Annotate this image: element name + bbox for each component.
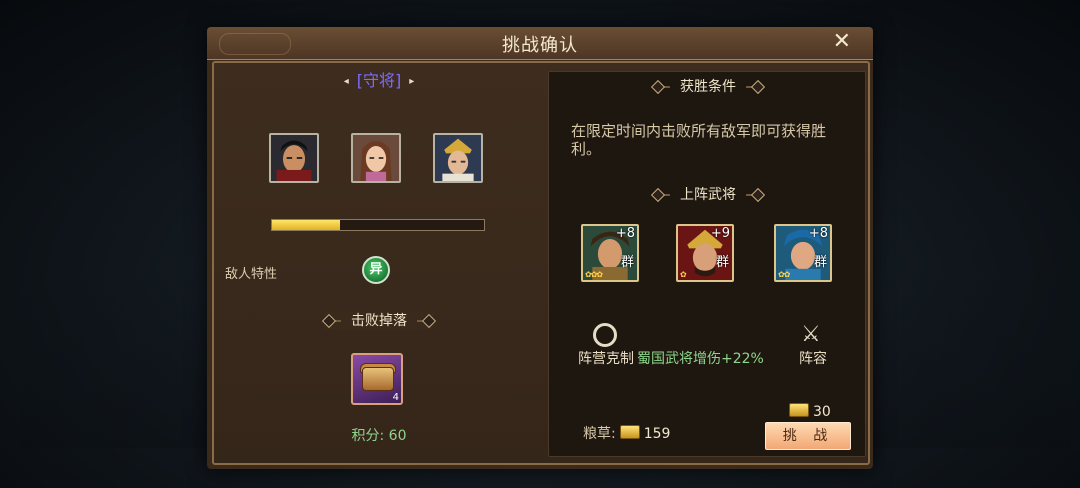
star-rating-icon: ✿ <box>680 270 687 279</box>
general-card[interactable]: +8 群 ✿✿ <box>774 224 832 282</box>
warrior-face-icon <box>271 135 317 181</box>
banner-diamond-icon <box>750 187 766 203</box>
cost-value: 30 <box>813 404 831 420</box>
enemy-panel: ◂ [守将] ▸ 敌人特性 异 击败掉落 4 积分: 60 <box>214 63 544 463</box>
lineup-banner: 上阵武将 <box>650 186 766 204</box>
banner-diamond-icon <box>650 187 666 203</box>
chest-icon <box>362 367 394 391</box>
dialog-title: 挑战确认 <box>502 35 578 56</box>
food-value: 159 <box>643 426 671 442</box>
faction-tag: 群 <box>620 255 634 270</box>
drops-banner: 击败掉落 <box>321 312 437 330</box>
gold-ingot-icon <box>789 403 809 417</box>
general-plus: +9 <box>710 226 730 241</box>
win-condition-title: 获胜条件 <box>670 79 746 95</box>
faction-bonus-text: 蜀国武将增伤+22% <box>637 351 764 367</box>
treasure-chest-item[interactable]: 4 <box>351 353 403 405</box>
enemy-portrait[interactable] <box>433 133 483 183</box>
faction-counter-icon[interactable] <box>593 323 617 347</box>
food-label: 粮草: <box>583 426 616 442</box>
general-card[interactable]: +8 群 ✿✿✿ <box>581 224 639 282</box>
enemy-portrait[interactable] <box>269 133 319 183</box>
trait-badge-icon[interactable]: 异 <box>362 256 390 284</box>
win-condition-banner: 获胜条件 <box>650 78 766 96</box>
challenge-button[interactable]: 挑 战 <box>765 422 851 450</box>
role-selector: ◂ [守将] ▸ <box>214 67 544 91</box>
challenge-cost: 30 <box>785 403 831 420</box>
general-card[interactable]: +9 群 ✿ <box>676 224 734 282</box>
background-ship-right <box>850 268 1070 448</box>
banner-diamond-icon <box>321 313 337 329</box>
dialog-body: ◂ [守将] ▸ 敌人特性 异 击败掉落 4 积分: 60 获胜条件 在限定时间… <box>212 61 870 465</box>
faction-counter-label[interactable]: 阵营克制 <box>578 348 634 368</box>
star-rating-icon: ✿✿✿ <box>585 270 603 279</box>
gold-ingot-icon <box>619 425 640 439</box>
close-icon[interactable]: ✕ <box>833 29 851 54</box>
prev-role-arrow-icon[interactable]: ◂ <box>344 76 349 87</box>
dialog-titlebar: 挑战确认 ✕ <box>207 27 873 60</box>
enemy-power-bar <box>271 219 485 231</box>
battle-info-panel: 获胜条件 在限定时间内击败所有敌军即可获得胜利。 上阵武将 +8 群 ✿✿✿ +… <box>548 71 866 457</box>
enemy-portrait[interactable] <box>351 133 401 183</box>
enemy-traits-label: 敌人特性 <box>225 267 278 282</box>
general-plus: +8 <box>808 226 828 241</box>
drops-title: 击败掉落 <box>341 313 417 329</box>
lady-face-icon <box>353 135 399 181</box>
score-text: 积分: 60 <box>351 428 407 444</box>
challenge-confirm-dialog: 挑战确认 ✕ ◂ [守将] ▸ 敌人特性 异 击败掉落 4 积分: 60 获胜条… <box>207 27 873 469</box>
official-face-icon <box>435 135 481 181</box>
banner-diamond-icon <box>750 79 766 95</box>
win-condition-text: 在限定时间内击败所有敌军即可获得胜利。 <box>571 122 827 158</box>
food-supply: 粮草: 159 <box>583 423 670 443</box>
lineup-label[interactable]: 阵容 <box>799 348 827 368</box>
star-rating-icon: ✿✿ <box>778 270 790 279</box>
enemy-power-fill <box>272 220 340 230</box>
general-plus: +8 <box>615 226 635 241</box>
next-role-arrow-icon[interactable]: ▸ <box>409 76 414 87</box>
banner-diamond-icon <box>421 313 437 329</box>
role-label: [守将] <box>356 71 402 90</box>
crossed-swords-icon[interactable]: ⚔ <box>801 322 821 347</box>
banner-diamond-icon <box>650 79 666 95</box>
faction-tag: 群 <box>715 255 729 270</box>
lineup-title: 上阵武将 <box>670 187 746 203</box>
item-count: 4 <box>392 392 399 403</box>
faction-tag: 群 <box>813 255 827 270</box>
